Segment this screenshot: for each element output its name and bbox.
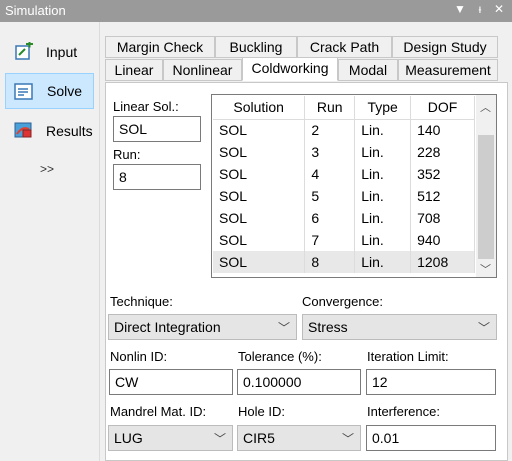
nonlin-id-label: Nonlin ID: bbox=[110, 349, 168, 364]
cell-run: 2 bbox=[304, 119, 356, 141]
cell-type: Lin. bbox=[354, 141, 412, 163]
cell-dof: 140 bbox=[410, 119, 475, 141]
cell-type: Lin. bbox=[354, 163, 412, 185]
tab-coldworking[interactable]: Coldworking bbox=[242, 57, 338, 81]
tab-modal[interactable]: Modal bbox=[338, 59, 398, 81]
cell-solution: SOL bbox=[213, 229, 306, 251]
nonlin-id-input[interactable]: CW bbox=[109, 369, 233, 395]
table-row[interactable]: SOL 5 Lin. 512 bbox=[213, 185, 475, 207]
scroll-up-icon[interactable]: ︿ bbox=[480, 99, 491, 115]
cell-solution: SOL bbox=[213, 119, 306, 141]
tab-buckling[interactable]: Buckling bbox=[215, 36, 297, 58]
technique-select[interactable]: Direct Integration ﹀ bbox=[108, 314, 297, 340]
cell-type: Lin. bbox=[354, 229, 412, 251]
run-label: Run: bbox=[113, 147, 141, 162]
convergence-label: Convergence: bbox=[302, 294, 383, 309]
tab-crack-path[interactable]: Crack Path bbox=[297, 36, 392, 58]
hole-id-value: CIR5 bbox=[243, 430, 275, 446]
run-input[interactable]: 8 bbox=[113, 164, 201, 190]
tab-measurement[interactable]: Measurement bbox=[398, 59, 498, 81]
mandrel-mat-id-label: Mandrel Mat. ID: bbox=[110, 404, 207, 419]
cell-type: Lin. bbox=[354, 207, 412, 229]
cell-solution: SOL bbox=[213, 141, 306, 163]
cell-solution: SOL bbox=[213, 163, 306, 185]
left-nav: Input Solve Results >> bbox=[0, 22, 98, 461]
hole-id-select[interactable]: CIR5 ﹀ bbox=[237, 425, 361, 451]
cell-solution: SOL bbox=[213, 207, 306, 229]
grid-scrollbar[interactable]: ︿ ﹀ bbox=[476, 95, 496, 277]
cell-run: 5 bbox=[304, 185, 356, 207]
chevron-down-icon: ﹀ bbox=[341, 432, 354, 446]
cell-dof: 1208 bbox=[410, 251, 475, 273]
tolerance-input[interactable]: 0.100000 bbox=[237, 369, 361, 395]
convergence-value: Stress bbox=[308, 319, 348, 335]
iteration-limit-label: Iteration Limit: bbox=[367, 349, 449, 364]
linear-sol-input[interactable]: SOL bbox=[113, 116, 201, 142]
mandrel-mat-id-value: LUG bbox=[114, 430, 143, 446]
scroll-down-icon[interactable]: ﹀ bbox=[480, 261, 491, 277]
close-icon[interactable]: ✕ bbox=[492, 2, 506, 16]
cell-dof: 512 bbox=[410, 185, 475, 207]
cell-dof: 352 bbox=[410, 163, 475, 185]
hole-id-label: Hole ID: bbox=[238, 404, 285, 419]
cell-solution: SOL bbox=[213, 251, 306, 273]
pin-icon[interactable]: ᵻ bbox=[473, 2, 487, 16]
cell-run: 8 bbox=[304, 251, 356, 273]
chevron-down-icon: ﹀ bbox=[477, 321, 490, 335]
tab-margin-check[interactable]: Margin Check bbox=[105, 36, 215, 58]
nav-input[interactable]: Input bbox=[5, 34, 94, 70]
title-bar: Simulation ▼ ᵻ ✕ bbox=[0, 0, 512, 22]
cell-type: Lin. bbox=[354, 251, 412, 273]
mandrel-mat-id-select[interactable]: LUG ﹀ bbox=[108, 425, 233, 451]
col-solution-header[interactable]: Solution bbox=[213, 96, 306, 120]
table-row[interactable]: SOL 6 Lin. 708 bbox=[213, 207, 475, 229]
scroll-thumb[interactable] bbox=[478, 135, 494, 259]
cell-dof: 940 bbox=[410, 229, 475, 251]
cell-dof: 708 bbox=[410, 207, 475, 229]
chevron-down-icon: ﹀ bbox=[277, 321, 290, 335]
dropdown-icon[interactable]: ▼ bbox=[453, 2, 467, 16]
cell-run: 3 bbox=[304, 141, 356, 163]
table-row[interactable]: SOL 4 Lin. 352 bbox=[213, 163, 475, 185]
chevron-down-icon: ﹀ bbox=[213, 432, 226, 446]
col-run-header[interactable]: Run bbox=[304, 96, 356, 120]
cell-run: 7 bbox=[304, 229, 356, 251]
cell-type: Lin. bbox=[354, 119, 412, 141]
tab-design-study[interactable]: Design Study bbox=[392, 36, 498, 58]
convergence-select[interactable]: Stress ﹀ bbox=[302, 314, 497, 340]
tolerance-label: Tolerance (%): bbox=[238, 349, 322, 364]
technique-value: Direct Integration bbox=[114, 319, 221, 335]
table-row[interactable]: SOL 2 Lin. 140 bbox=[213, 119, 475, 141]
table-row-selected[interactable]: SOL 8 Lin. 1208 bbox=[213, 251, 475, 273]
col-type-header[interactable]: Type bbox=[354, 96, 412, 120]
expand-more-button[interactable]: >> bbox=[40, 162, 54, 176]
interference-label: Interference: bbox=[367, 404, 440, 419]
tab-nonlinear[interactable]: Nonlinear bbox=[163, 59, 242, 81]
results-icon bbox=[14, 122, 32, 138]
nav-results[interactable]: Results bbox=[5, 113, 94, 149]
technique-label: Technique: bbox=[110, 294, 173, 309]
tab-linear[interactable]: Linear bbox=[105, 59, 163, 81]
nav-input-label: Input bbox=[46, 44, 78, 60]
input-icon bbox=[15, 42, 33, 60]
nav-results-label: Results bbox=[46, 123, 93, 139]
cell-type: Lin. bbox=[354, 185, 412, 207]
grid-header-row: Solution Run Type DOF bbox=[213, 96, 475, 120]
solve-icon bbox=[14, 83, 33, 100]
table-row[interactable]: SOL 7 Lin. 940 bbox=[213, 229, 475, 251]
nav-solve[interactable]: Solve bbox=[5, 73, 94, 109]
window-title: Simulation bbox=[5, 3, 66, 18]
nav-solve-label: Solve bbox=[47, 83, 83, 99]
cell-dof: 228 bbox=[410, 141, 475, 163]
cell-run: 4 bbox=[304, 163, 356, 185]
table-row[interactable]: SOL 3 Lin. 228 bbox=[213, 141, 475, 163]
solution-grid[interactable]: Solution Run Type DOF SOL 2 Lin. 140 SOL 3 Li… bbox=[211, 94, 497, 278]
linear-sol-label: Linear Sol.: bbox=[113, 99, 179, 114]
col-dof-header[interactable]: DOF bbox=[410, 96, 475, 120]
cell-run: 6 bbox=[304, 207, 356, 229]
interference-input[interactable]: 0.01 bbox=[366, 425, 496, 451]
iteration-limit-input[interactable]: 12 bbox=[366, 369, 496, 395]
cell-solution: SOL bbox=[213, 185, 306, 207]
